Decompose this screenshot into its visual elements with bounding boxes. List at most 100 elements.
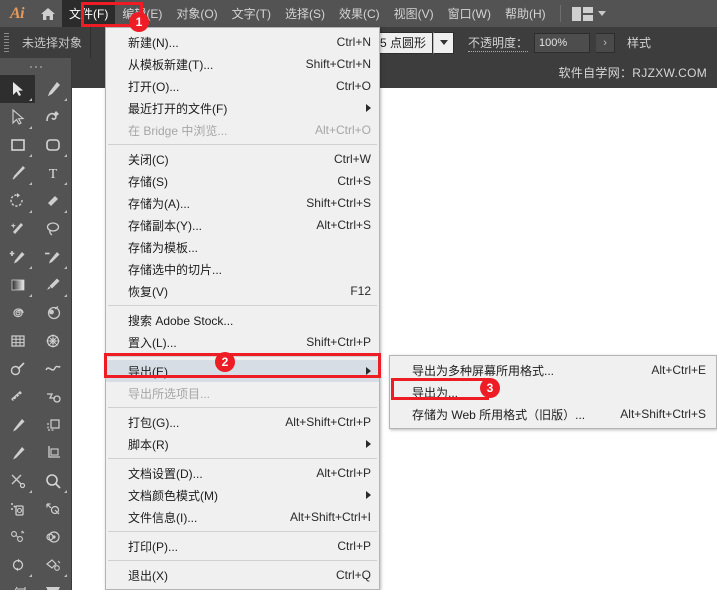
spiral-tool[interactable] xyxy=(0,299,35,327)
menu-item-22[interactable]: 退出(X) Ctrl+Q xyxy=(106,564,379,586)
blob-brush-tool[interactable] xyxy=(35,523,70,551)
tool-flyout-corner-icon xyxy=(29,126,32,129)
menu-separator xyxy=(108,560,377,561)
menu-file[interactable]: 文件(F) xyxy=(62,0,116,27)
export-submenu-item-0[interactable]: 导出为多种屏幕所用格式... Alt+Ctrl+E xyxy=(390,359,716,381)
submenu-item-shortcut: Alt+Shift+Ctrl+S xyxy=(620,407,706,421)
menu-item-12[interactable]: 搜索 Adobe Stock... xyxy=(106,309,379,331)
toolbar-grip[interactable] xyxy=(0,58,71,73)
menu-item-6[interactable]: 存储(S) Ctrl+S xyxy=(106,170,379,192)
pencil-tool[interactable] xyxy=(0,439,35,467)
mesh-tool[interactable] xyxy=(0,411,35,439)
menu-item-19[interactable]: 文档颜色模式(M) xyxy=(106,484,379,506)
direct-selection-tool[interactable] xyxy=(0,103,35,131)
menu-item-8[interactable]: 帮助(H) xyxy=(498,0,553,27)
chevron-down-icon xyxy=(439,40,448,45)
flare-tool[interactable] xyxy=(35,327,70,355)
shape-builder-tool[interactable] xyxy=(35,187,70,215)
menu-item-9[interactable]: 存储为模板... xyxy=(106,236,379,258)
opacity-input[interactable]: 100% xyxy=(534,32,591,53)
opacity-flyout-button[interactable]: › xyxy=(596,32,616,53)
graph-tool[interactable] xyxy=(0,523,35,551)
blend-tool[interactable] xyxy=(35,299,70,327)
menu-item-21[interactable]: 打印(P)... Ctrl+P xyxy=(106,535,379,557)
crop-artboard-tool[interactable] xyxy=(35,439,70,467)
menu-item-10[interactable]: 存储选中的切片... xyxy=(106,258,379,280)
ellipse-line-tool[interactable] xyxy=(0,383,35,411)
menu-item-17[interactable]: 脚本(R) xyxy=(106,433,379,455)
eyedropper-tool[interactable] xyxy=(35,271,70,299)
menu-item-label: 搜索 Adobe Stock... xyxy=(128,313,234,328)
rounded-rectangle-tool[interactable] xyxy=(35,131,70,159)
scissors-knife-tool[interactable] xyxy=(0,467,35,495)
menu-item-shortcut: Alt+Ctrl+O xyxy=(314,123,371,137)
rotate-tool[interactable] xyxy=(0,187,35,215)
menu-item-shortcut: Ctrl+S xyxy=(337,174,371,188)
menu-item-4[interactable]: 选择(S) xyxy=(278,0,332,27)
selection-tool[interactable] xyxy=(0,75,35,103)
annotation-badge-1: 1 xyxy=(129,12,149,32)
menu-item-7[interactable]: 存储为(A)... Shift+Ctrl+S xyxy=(106,192,379,214)
export-submenu-item-1[interactable]: 导出为... xyxy=(390,381,716,403)
symbol-sprayer-tool[interactable] xyxy=(0,495,35,523)
symbol-shifter-tool[interactable] xyxy=(35,495,70,523)
grid-tool[interactable] xyxy=(0,327,35,355)
delete-anchor-point-tool[interactable] xyxy=(35,243,70,271)
menu-item-shortcut: Alt+Ctrl+S xyxy=(316,218,371,232)
menu-separator xyxy=(108,356,377,357)
menu-item-18[interactable]: 文档设置(D)... Alt+Ctrl+P xyxy=(106,462,379,484)
annotation-badge-3: 3 xyxy=(480,378,500,398)
scatter-brush-tool[interactable] xyxy=(35,383,70,411)
menu-item-label: 存储选中的切片... xyxy=(128,262,223,277)
menu-item-0[interactable]: 新建(N)... Ctrl+N xyxy=(106,31,379,53)
menu-item-2[interactable]: 打开(O)... Ctrl+O xyxy=(106,75,379,97)
menu-item-1[interactable]: 从模板新建(T)... Shift+Ctrl+N xyxy=(106,53,379,75)
tool-flyout-corner-icon xyxy=(64,182,67,185)
menu-item-2[interactable]: 对象(O) xyxy=(169,0,224,27)
menu-item-3[interactable]: 文字(T) xyxy=(225,0,278,27)
menu-item-8[interactable]: 存储副本(Y)... Alt+Ctrl+S xyxy=(106,214,379,236)
menu-item-20[interactable]: 文件信息(I)... Alt+Shift+Ctrl+I xyxy=(106,506,379,528)
free-transform-tool[interactable] xyxy=(35,579,70,590)
menu-item-label: 文档设置(D)... xyxy=(128,466,203,481)
live-paint-tool[interactable] xyxy=(35,551,70,579)
menu-item-14[interactable]: 导出(E) xyxy=(106,360,379,382)
add-anchor-point-tool[interactable] xyxy=(0,243,35,271)
menu-item-4: 在 Bridge 中浏览... Alt+Ctrl+O xyxy=(106,119,379,141)
menu-item-16[interactable]: 打包(G)... Alt+Shift+Ctrl+P xyxy=(106,411,379,433)
export-submenu-item-2[interactable]: 存储为 Web 所用格式（旧版）... Alt+Shift+Ctrl+S xyxy=(390,403,716,425)
pen-tool[interactable] xyxy=(35,75,70,103)
lasso-tool[interactable] xyxy=(35,215,70,243)
menu-item-shortcut: Ctrl+O xyxy=(335,79,371,93)
menu-item-11[interactable]: 恢复(V) F12 xyxy=(106,280,379,302)
rotate-view-tool[interactable] xyxy=(0,551,35,579)
menu-item-shortcut: Ctrl+W xyxy=(334,152,371,166)
menu-item-3[interactable]: 最近打开的文件(F) xyxy=(106,97,379,119)
paintbrush-tool[interactable] xyxy=(0,159,35,187)
menu-item-13[interactable]: 置入(L)... Shift+Ctrl+P xyxy=(106,331,379,353)
type-tool[interactable]: T xyxy=(35,159,70,187)
menu-item-5[interactable]: 关闭(C) Ctrl+W xyxy=(106,148,379,170)
zoom-tool[interactable] xyxy=(35,467,70,495)
width-warp-tool[interactable] xyxy=(35,355,70,383)
illustrator-window: Ai 文件(F)编辑(E)对象(O)文字(T)选择(S)效果(C)视图(V)窗口… xyxy=(0,0,717,590)
menu-item-7[interactable]: 窗口(W) xyxy=(441,0,498,27)
curvature-tool[interactable] xyxy=(35,103,70,131)
menu-separator xyxy=(108,305,377,306)
shape-mode-tool[interactable] xyxy=(35,411,70,439)
pencil-smooth-tool[interactable] xyxy=(0,355,35,383)
control-bar-grip[interactable] xyxy=(4,33,9,52)
perspective-grid-tool[interactable] xyxy=(0,579,35,590)
workspace-layout-icon[interactable] xyxy=(568,6,610,21)
chevron-down-icon[interactable] xyxy=(597,11,606,16)
menu-item-5[interactable]: 效果(C) xyxy=(332,0,387,27)
stroke-dropdown-button[interactable] xyxy=(433,31,455,54)
magic-wand-tool[interactable] xyxy=(0,215,35,243)
menu-item-6[interactable]: 视图(V) xyxy=(387,0,441,27)
menu-item-15: 导出所选项目... xyxy=(106,382,379,404)
rectangle-tool[interactable] xyxy=(0,131,35,159)
gradient-tool[interactable] xyxy=(0,271,35,299)
svg-text:T: T xyxy=(48,167,57,182)
menu-item-label: 退出(X) xyxy=(128,568,168,583)
home-icon[interactable] xyxy=(34,0,62,27)
